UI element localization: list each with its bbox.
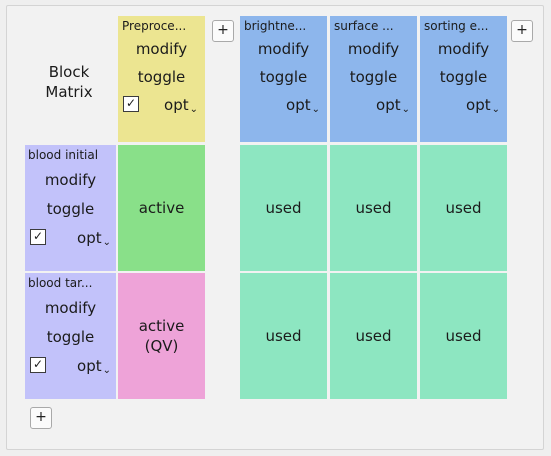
cell-status: used: [355, 199, 392, 217]
options-line: ✓ opt⌄: [25, 229, 116, 248]
matrix-cell[interactable]: used: [240, 145, 327, 271]
add-row-button[interactable]: +: [30, 407, 52, 429]
column-checkbox[interactable]: ✓: [123, 96, 139, 112]
row-header-2: blood tar... modify toggle ✓ opt⌄: [25, 273, 116, 399]
chevron-down-icon: ⌄: [189, 104, 198, 115]
row-header-1: blood initial modify toggle ✓ opt⌄: [25, 145, 116, 271]
matrix-cell[interactable]: used: [330, 273, 417, 399]
modify-button[interactable]: modify: [420, 40, 507, 58]
options-line: opt⌄: [330, 96, 417, 115]
cell-status: active (QV): [138, 317, 185, 355]
opt-dropdown[interactable]: opt⌄: [376, 96, 410, 115]
cell-status: used: [445, 199, 482, 217]
toggle-button[interactable]: toggle: [25, 328, 116, 346]
column-name: surface ...: [334, 19, 394, 33]
toggle-button[interactable]: toggle: [118, 68, 205, 86]
add-column-end-button[interactable]: +: [511, 20, 533, 42]
opt-dropdown[interactable]: opt⌄: [466, 96, 500, 115]
opt-label: opt: [164, 96, 189, 114]
row-checkbox[interactable]: ✓: [30, 229, 46, 245]
cell-status: used: [265, 327, 302, 345]
column-name: sorting e...: [424, 19, 489, 33]
matrix-cell[interactable]: active: [118, 145, 205, 271]
cell-status: used: [445, 327, 482, 345]
column-header-3: surface ... modify toggle opt⌄: [330, 16, 417, 142]
matrix-cell[interactable]: used: [240, 273, 327, 399]
matrix-cell[interactable]: active (QV): [118, 273, 205, 399]
opt-dropdown[interactable]: opt⌄: [164, 96, 198, 115]
opt-label: opt: [77, 229, 102, 247]
title-line-2: Matrix: [45, 83, 93, 101]
cell-status: active: [138, 199, 185, 217]
matrix-cell[interactable]: used: [420, 273, 507, 399]
column-header-1: Preproce... modify toggle ✓ opt⌄: [118, 16, 205, 142]
chevron-down-icon: ⌄: [311, 104, 320, 115]
opt-dropdown[interactable]: opt⌄: [77, 229, 111, 248]
opt-dropdown[interactable]: opt⌄: [286, 96, 320, 115]
cell-status: used: [355, 327, 392, 345]
matrix-cell[interactable]: used: [420, 145, 507, 271]
column-name: Preproce...: [122, 19, 187, 33]
column-name: brightne...: [244, 19, 307, 33]
modify-button[interactable]: modify: [330, 40, 417, 58]
toggle-button[interactable]: toggle: [420, 68, 507, 86]
opt-label: opt: [376, 96, 401, 114]
opt-label: opt: [466, 96, 491, 114]
options-line: opt⌄: [420, 96, 507, 115]
column-header-2: brightne... modify toggle opt⌄: [240, 16, 327, 142]
toggle-button[interactable]: toggle: [330, 68, 417, 86]
toggle-button[interactable]: toggle: [240, 68, 327, 86]
options-line: opt⌄: [240, 96, 327, 115]
toggle-button[interactable]: toggle: [25, 200, 116, 218]
modify-button[interactable]: modify: [240, 40, 327, 58]
cell-status: used: [265, 199, 302, 217]
column-header-4: sorting e... modify toggle opt⌄: [420, 16, 507, 142]
title-line-1: Block: [48, 63, 90, 81]
row-name: blood initial: [28, 148, 99, 162]
chevron-down-icon: ⌄: [491, 104, 500, 115]
modify-button[interactable]: modify: [25, 299, 116, 317]
row-name: blood tar...: [28, 276, 93, 290]
opt-label: opt: [77, 357, 102, 375]
modify-button[interactable]: modify: [118, 40, 205, 58]
options-line: ✓ opt⌄: [118, 96, 205, 115]
row-checkbox[interactable]: ✓: [30, 357, 46, 373]
opt-dropdown[interactable]: opt⌄: [77, 357, 111, 376]
options-line: ✓ opt⌄: [25, 357, 116, 376]
matrix-cell[interactable]: used: [330, 145, 417, 271]
chevron-down-icon: ⌄: [401, 104, 410, 115]
chevron-down-icon: ⌄: [102, 365, 111, 376]
modify-button[interactable]: modify: [25, 171, 116, 189]
chevron-down-icon: ⌄: [102, 237, 111, 248]
add-column-button[interactable]: +: [212, 20, 234, 42]
block-matrix-title: Block Matrix: [26, 62, 112, 102]
opt-label: opt: [286, 96, 311, 114]
